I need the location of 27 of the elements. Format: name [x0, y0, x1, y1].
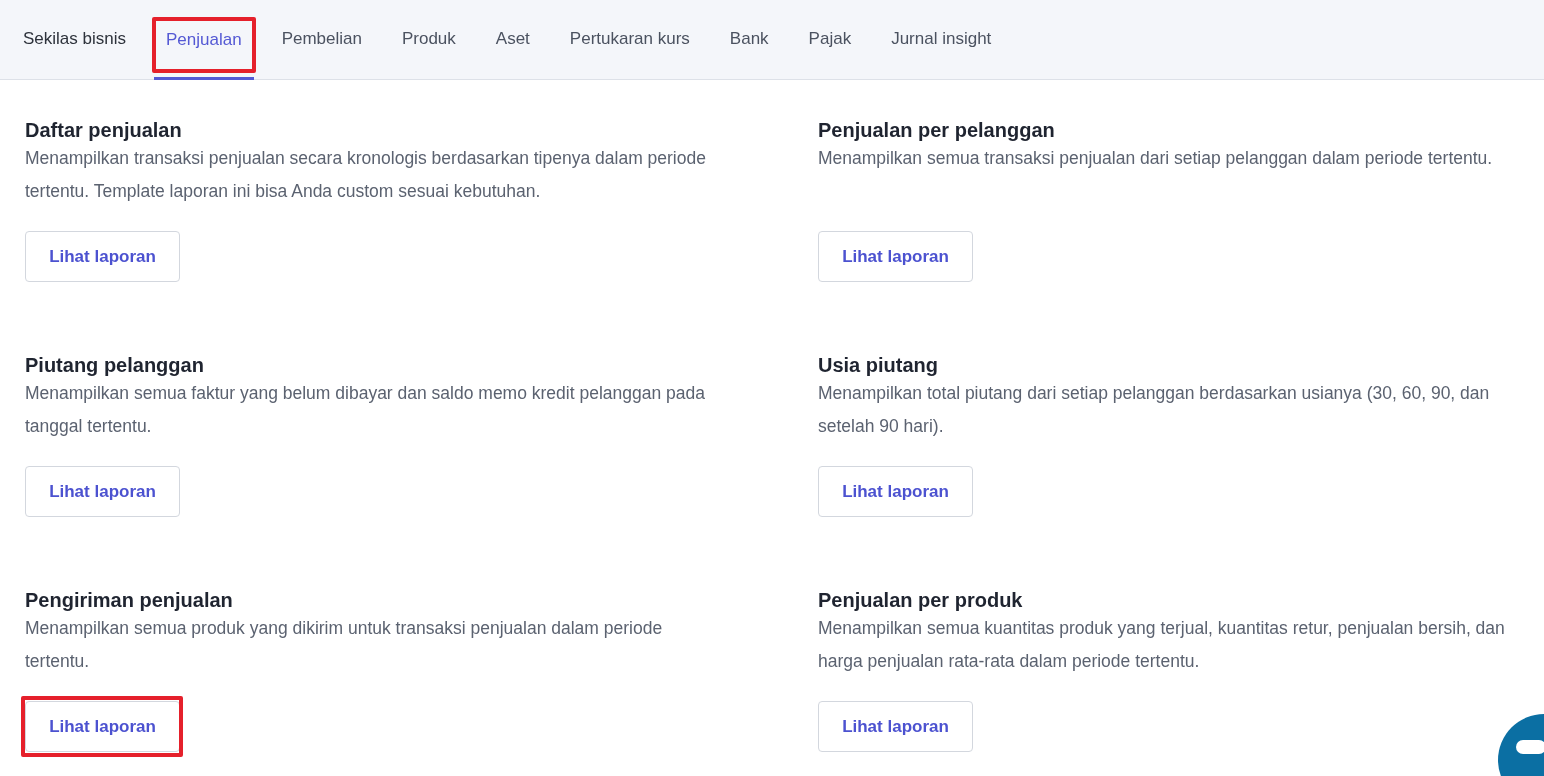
report-tab[interactable]: Penjualan — [154, 0, 254, 80]
report-description: Menampilkan semua faktur yang belum dibayar dan saldo memo kredit pelanggan pada tanggal tertentu. — [25, 382, 706, 438]
report-title: Pengiriman penjualan — [25, 588, 234, 612]
report-title: Piutang pelanggan — [25, 353, 205, 377]
report-title: Penjualan per pelanggan — [818, 118, 1056, 142]
report-tab[interactable]: Pembelian — [269, 0, 374, 80]
view-report-button[interactable]: Lihat laporan — [818, 466, 973, 517]
report-title: Penjualan per produk — [818, 588, 1024, 612]
view-report-button[interactable]: Lihat laporan — [818, 231, 973, 282]
report-tab[interactable]: Sekilas bisnis — [11, 0, 138, 80]
report-tab[interactable]: Pajak — [796, 0, 864, 80]
report-description: Menampilkan semua kuantitas produk yang terjual, kuantitas retur, penjualan bersih, dan harga penjualan rata-rata dalam periode tertentu. — [818, 617, 1506, 673]
view-report-button[interactable]: Lihat laporan — [818, 701, 973, 752]
report-title: Daftar penjualan — [25, 118, 183, 142]
view-report-button[interactable]: Lihat laporan — [25, 701, 180, 752]
report-tab[interactable]: Bank — [717, 0, 781, 80]
report-description: Menampilkan total piutang dari setiap pelanggan berdasarkan usianya (30, 60, 90, dan setelah 90 hari). — [818, 382, 1491, 438]
report-description: Menampilkan semua transaksi penjualan dari setiap pelanggan dalam periode tertentu. — [818, 147, 1494, 170]
view-report-button[interactable]: Lihat laporan — [25, 466, 180, 517]
report-tab[interactable]: Produk — [389, 0, 468, 80]
report-description: Menampilkan transaksi penjualan secara kronologis berdasarkan tipenya dalam periode tertentu. Template laporan ini bisa Anda custom sesuai kebutuhan. — [25, 147, 707, 203]
view-report-button[interactable]: Lihat laporan — [25, 231, 180, 282]
report-tab[interactable]: Jurnal insight — [879, 0, 1004, 80]
report-tab[interactable]: Aset — [483, 0, 542, 80]
report-description: Menampilkan semua produk yang dikirim untuk transaksi penjualan dalam periode tertentu. — [25, 617, 664, 673]
report-title: Usia piutang — [818, 353, 939, 377]
report-tab[interactable]: Pertukaran kurs — [557, 0, 702, 80]
